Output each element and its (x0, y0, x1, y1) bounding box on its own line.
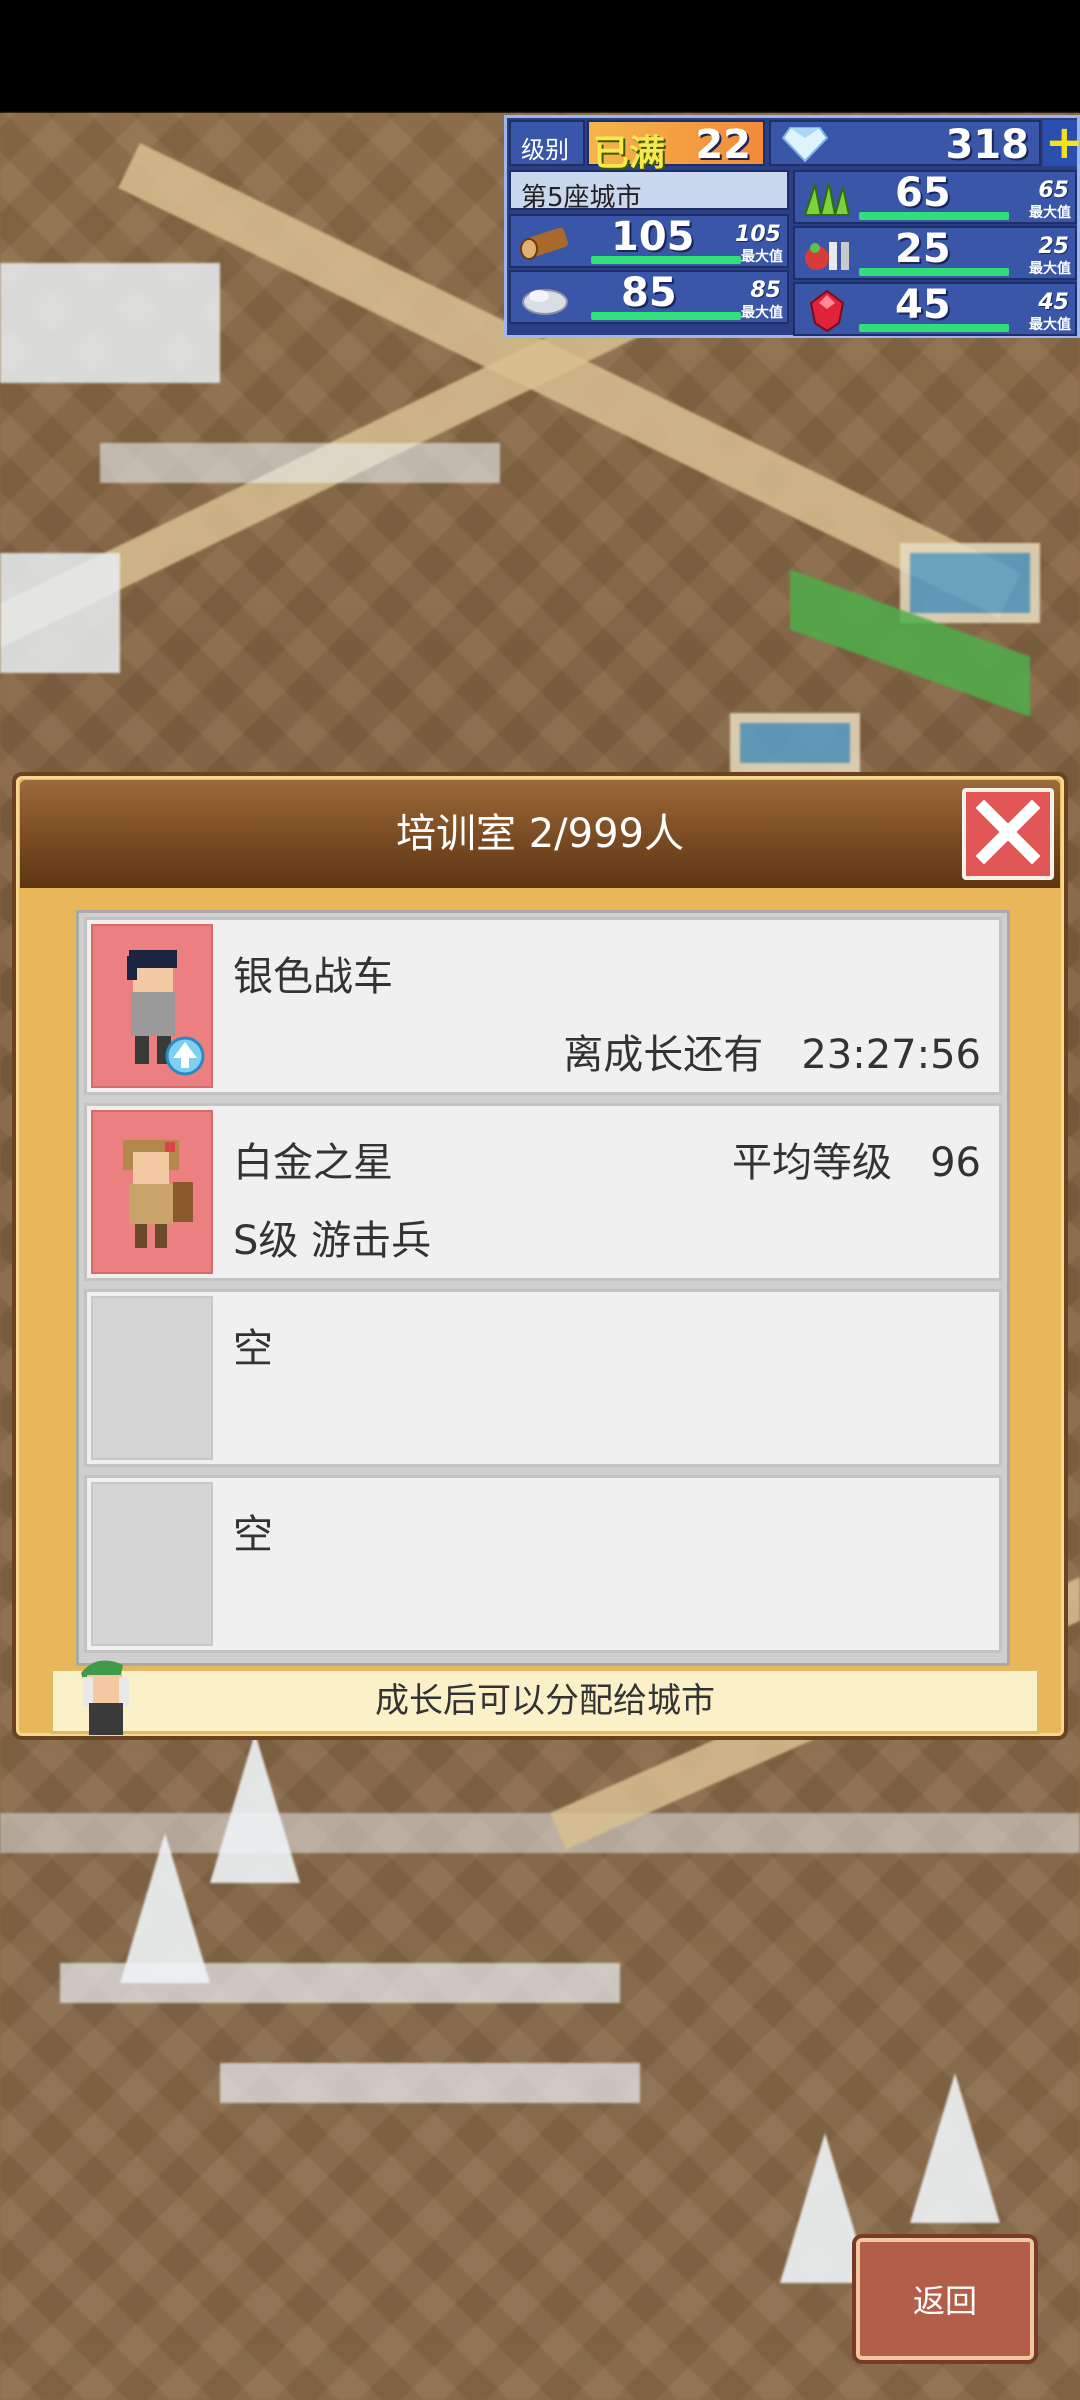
gem-count: 318 (945, 122, 1030, 168)
trainee-name: 白金之星 (233, 1140, 393, 1186)
training-room-dialog: 培训室 2/999人 银色战车 离成长还有 23:27:56 白金之星 平均等级… (12, 772, 1068, 1740)
wood-max: 105 (735, 222, 781, 247)
stone-icon (517, 278, 573, 320)
empty-label: 空 (233, 1512, 273, 1558)
trainee-class: S级 游击兵 (233, 1218, 432, 1264)
status-bar (0, 0, 1080, 113)
stone-value: 85 (621, 270, 677, 316)
level-value: 22 (695, 122, 751, 168)
food-value: 25 (895, 226, 951, 272)
grass-bar (859, 212, 1009, 220)
growth-timer: 离成长还有 23:27:56 (563, 1032, 981, 1078)
empty-portrait (91, 1482, 213, 1646)
grass-max-label: 最大值 (1029, 205, 1071, 221)
diamond-icon (777, 124, 833, 164)
empty-slot[interactable]: 空 (84, 1475, 1002, 1653)
ruby-icon (799, 288, 855, 334)
ruby-value: 45 (895, 282, 951, 328)
close-button[interactable] (962, 788, 1054, 880)
trainee-portrait (91, 1110, 213, 1274)
tip-bar: 成长后可以分配给城市 (50, 1660, 1040, 1735)
dialog-header: 培训室 2/999人 (20, 780, 1060, 888)
character-sprite-icon (127, 950, 205, 1076)
dialog-title: 培训室 2/999人 (396, 811, 684, 857)
ruby-max: 45 (1038, 290, 1069, 315)
food-max: 25 (1038, 234, 1069, 259)
tip-text: 成长后可以分配给城市 (375, 1681, 715, 1721)
food-max-label: 最大值 (1029, 261, 1071, 277)
food-bar (859, 268, 1009, 276)
wood-log-icon (517, 222, 573, 264)
wood-max-label: 最大值 (741, 249, 783, 265)
close-icon (975, 799, 1041, 868)
stone-max: 85 (750, 278, 781, 303)
grass-max: 65 (1038, 178, 1069, 203)
empty-label: 空 (233, 1326, 273, 1372)
ruby-bar (859, 324, 1009, 332)
city-label: 第5座城市 (521, 183, 642, 213)
empty-slot[interactable]: 空 (84, 1289, 1002, 1467)
stone-bar (591, 312, 741, 320)
level-max-badge: 已满 (593, 133, 666, 174)
trainee-slot[interactable]: 银色战车 离成长还有 23:27:56 (84, 917, 1002, 1095)
level-label: 级别 (521, 136, 569, 164)
add-gems-button[interactable]: + (1043, 115, 1080, 169)
wood-bar (591, 256, 741, 264)
back-button[interactable]: 返回 (856, 2238, 1034, 2360)
empty-portrait (91, 1296, 213, 1460)
trainee-name: 银色战车 (233, 954, 393, 1000)
trainee-portrait (91, 924, 213, 1088)
stone-max-label: 最大值 (741, 305, 783, 321)
character-sprite-icon (123, 1140, 193, 1248)
ruby-max-label: 最大值 (1029, 317, 1071, 333)
wood-value: 105 (611, 214, 695, 260)
plus-icon: + (1045, 115, 1080, 169)
average-level: 平均等级 96 (731, 1140, 981, 1186)
trainee-list: 银色战车 离成长还有 23:27:56 白金之星 平均等级 96 S级 游击兵 (76, 910, 1010, 1666)
trainee-slot[interactable]: 白金之星 平均等级 96 S级 游击兵 (84, 1103, 1002, 1281)
grass-icon (799, 178, 855, 220)
resource-hud: 级别 已满 22 318 + 第5座城市 105 105 最大值 85 85 最… (504, 115, 1080, 338)
grass-value: 65 (895, 170, 951, 216)
food-icon (799, 234, 855, 276)
